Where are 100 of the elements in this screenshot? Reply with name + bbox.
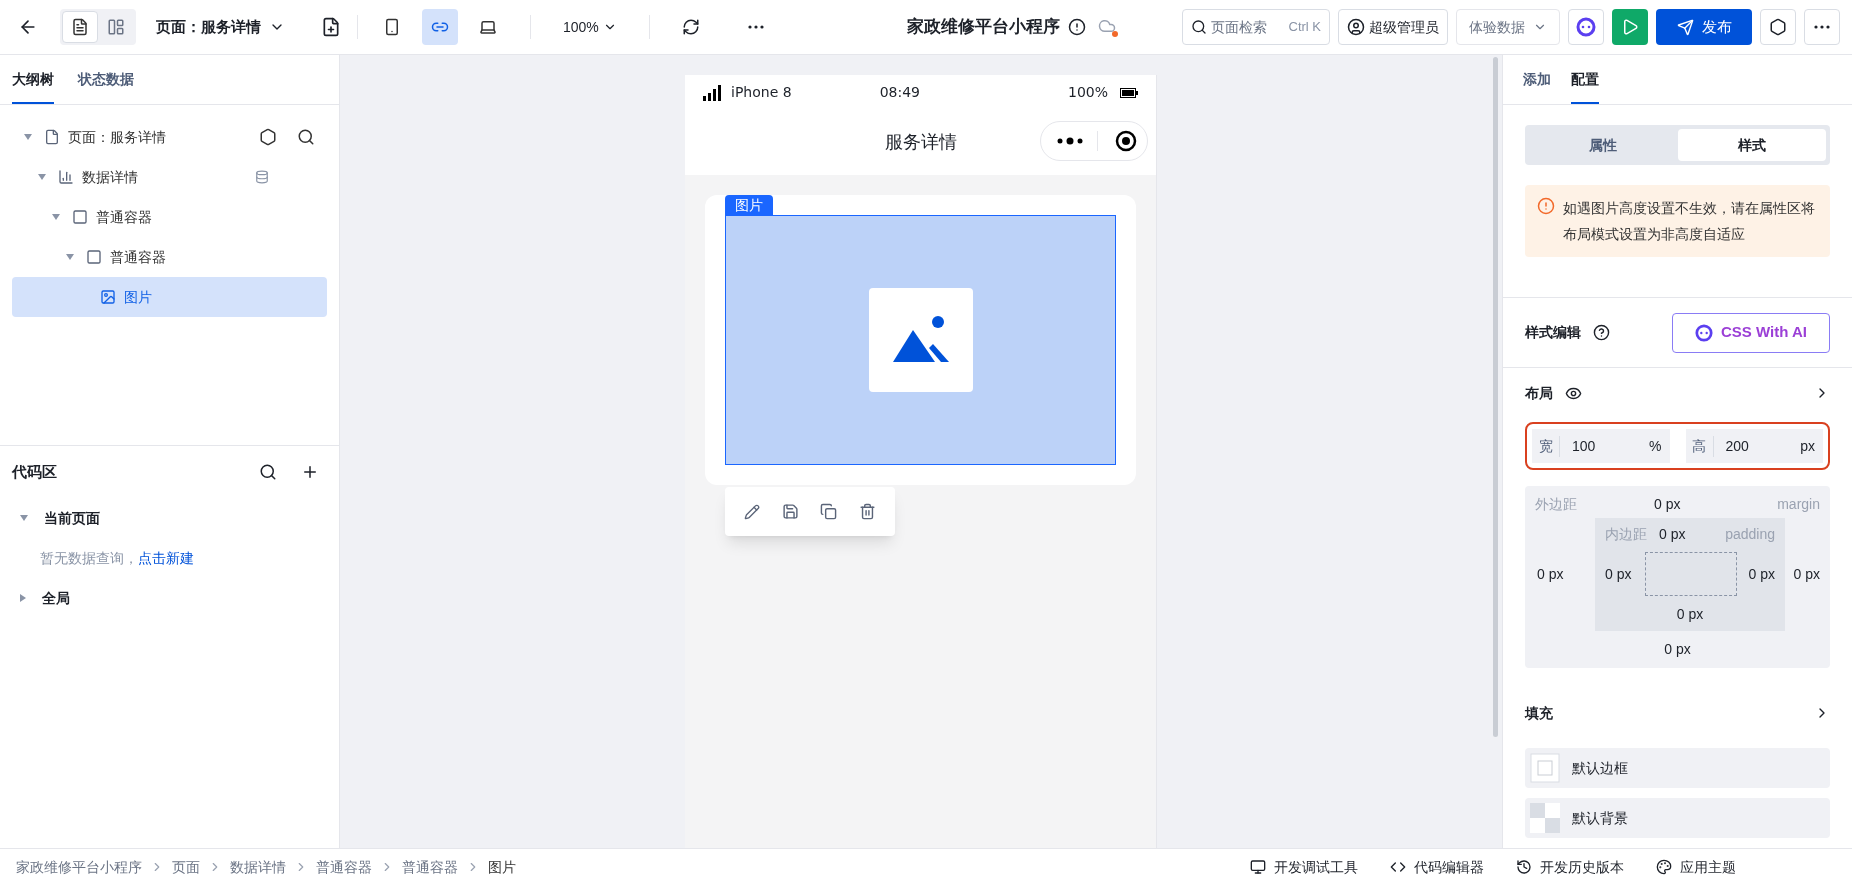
size-field[interactable]: 高 200 px <box>1685 429 1823 463</box>
more-icon <box>747 25 764 29</box>
page-selector[interactable]: 页面：服务详情 <box>156 15 285 39</box>
preview-button[interactable] <box>1612 9 1648 45</box>
data-env-select[interactable]: 体验数据 <box>1456 9 1560 45</box>
tree-item[interactable]: 页面：服务详情 <box>12 117 327 157</box>
robot-icon <box>1695 323 1713 342</box>
shortcut-hint: Ctrl K <box>1288 18 1321 37</box>
view-toggle-button[interactable] <box>62 11 98 43</box>
notice-text: 如遇图片高度设置不生效，请在属性区将布局模式设置为非高度自适应 <box>1563 199 1816 244</box>
field-label: 宽 <box>1532 435 1560 457</box>
tree-item[interactable]: 普通容器 <box>12 237 327 277</box>
zoom-selector[interactable]: 100% <box>563 16 617 38</box>
laptop-icon <box>479 18 497 36</box>
caret-down-icon[interactable] <box>24 134 32 140</box>
caret-down-icon[interactable] <box>52 214 60 220</box>
padding-value: 0 px <box>1659 524 1686 544</box>
caret-down-icon[interactable] <box>38 174 46 180</box>
create-link[interactable]: 点击新建 <box>138 547 194 569</box>
tree-item[interactable]: 图片 <box>12 277 327 317</box>
code-icon <box>1390 859 1406 875</box>
save-icon[interactable] <box>781 503 799 520</box>
add-page-icon[interactable] <box>321 17 341 37</box>
tool-button[interactable]: 开发历史版本 <box>1516 856 1624 878</box>
section-label: 全局 <box>42 588 70 608</box>
carrier-text: iPhone 8 <box>731 83 792 102</box>
copy-icon[interactable] <box>820 503 838 520</box>
tool-button[interactable]: 代码编辑器 <box>1390 856 1484 878</box>
breadcrumb-link[interactable]: 家政维修平台小程序 <box>16 856 142 878</box>
cloud-icon <box>1098 17 1118 37</box>
user-icon <box>1347 18 1365 36</box>
selection-label: 图片 <box>725 195 773 215</box>
margin-label-en: margin <box>1777 494 1820 514</box>
css-ai-button[interactable]: CSS With AI <box>1672 312 1830 353</box>
search-icon[interactable] <box>259 463 277 481</box>
history-icon <box>1516 859 1532 875</box>
search-placeholder: 页面检索 <box>1211 17 1267 37</box>
tool-button[interactable]: 应用主题 <box>1656 856 1736 878</box>
breadcrumb-link[interactable]: 普通容器 <box>402 856 458 878</box>
panel-tab[interactable]: 状态数据 <box>78 69 134 104</box>
nav-title: 服务详情 <box>884 131 957 154</box>
margin-value: 0 px <box>1536 565 1565 584</box>
settings-icon[interactable] <box>259 128 277 146</box>
battery-text: 100% <box>1067 83 1108 102</box>
caret-right-icon[interactable] <box>20 594 26 602</box>
edit-icon[interactable] <box>743 503 760 520</box>
padding-value: 0 px <box>1605 564 1633 584</box>
image-placeholder[interactable] <box>725 215 1116 465</box>
image-icon <box>100 289 116 305</box>
warning-icon <box>1537 197 1555 215</box>
tree-item[interactable]: 普通容器 <box>12 197 327 237</box>
padding-label: 内边距 <box>1605 524 1647 544</box>
add-icon[interactable] <box>301 463 319 481</box>
settings-button[interactable] <box>1760 9 1796 45</box>
user-button[interactable]: 超级管理员 <box>1338 9 1448 45</box>
send-icon <box>1676 18 1694 36</box>
empty-text: 暂无数据查询， <box>40 548 138 568</box>
padding-value: 0 px <box>1748 564 1775 584</box>
tree-label: 普通容器 <box>110 247 166 267</box>
field-label: 高 <box>1685 435 1714 457</box>
square-icon <box>86 249 102 265</box>
segment-tab[interactable]: 属性 <box>1529 129 1678 161</box>
fill-option[interactable]: 默认背景 <box>1525 798 1830 838</box>
fill-label: 默认边框 <box>1572 758 1628 778</box>
size-field[interactable]: 宽 100 % <box>1532 429 1670 463</box>
time-text: 08:49 <box>879 83 920 102</box>
publish-button[interactable]: 发布 <box>1656 9 1752 45</box>
caret-down-icon[interactable] <box>20 515 28 521</box>
margin-label: 外边距 <box>1535 494 1577 514</box>
more-icon <box>1057 137 1083 145</box>
breadcrumb-link[interactable]: 页面 <box>172 856 200 878</box>
record-icon <box>1115 130 1137 152</box>
tree-label: 图片 <box>124 287 152 307</box>
segment-tab[interactable]: 样式 <box>1677 129 1826 161</box>
breadcrumb-link[interactable]: 图片 <box>488 856 516 878</box>
search-field[interactable]: 页面检索 Ctrl K <box>1182 9 1330 45</box>
play-icon <box>1621 18 1639 36</box>
tree-item[interactable]: 数据详情 <box>12 157 327 197</box>
file-icon <box>44 129 60 145</box>
refresh-icon[interactable] <box>681 18 700 36</box>
database-icon <box>255 170 269 184</box>
code-section[interactable]: 当前页面 <box>12 498 327 538</box>
section-label: 当前页面 <box>44 508 100 528</box>
more-icon <box>1814 25 1830 29</box>
delete-icon[interactable] <box>859 503 877 520</box>
code-section[interactable]: 全局 <box>12 578 327 618</box>
help-icon[interactable] <box>1593 324 1610 341</box>
panel-tab[interactable]: 添加 <box>1523 69 1551 104</box>
caret-down-icon[interactable] <box>66 254 74 260</box>
tree-label: 普通容器 <box>96 207 152 227</box>
panel-tab[interactable]: 大纲树 <box>12 69 54 104</box>
breadcrumb-link[interactable]: 普通容器 <box>316 856 372 878</box>
tool-button[interactable]: 开发调试工具 <box>1250 856 1358 878</box>
ai-assistant-button[interactable] <box>1568 9 1604 45</box>
search-icon[interactable] <box>297 128 315 146</box>
breadcrumb-link[interactable]: 数据详情 <box>230 856 286 878</box>
panel-tab[interactable]: 配置 <box>1571 69 1599 104</box>
fill-option[interactable]: 默认边框 <box>1525 748 1830 788</box>
app-title: 家政维修平台小程序 <box>907 16 1060 39</box>
border-icon <box>1530 753 1560 783</box>
